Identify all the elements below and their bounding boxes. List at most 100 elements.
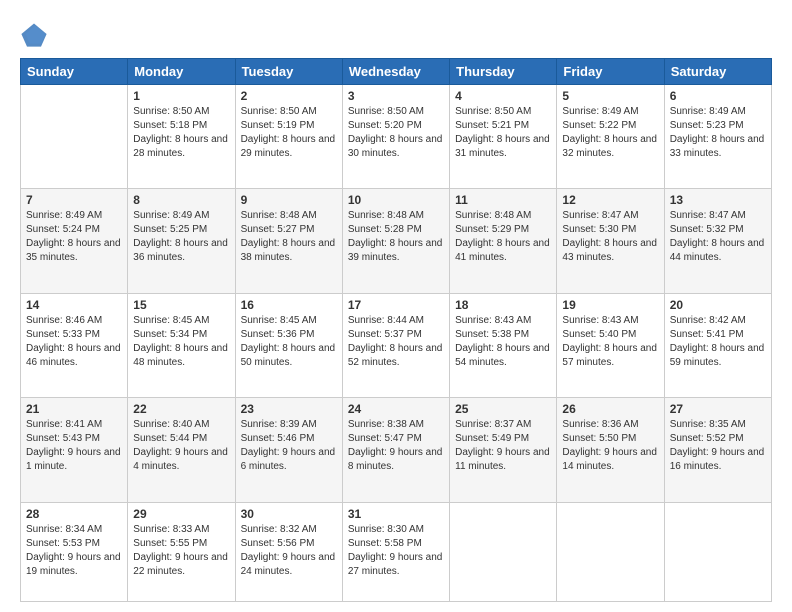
calendar-cell: 4 Sunrise: 8:50 AMSunset: 5:21 PMDaylight… [450, 85, 557, 189]
weekday-header: Monday [128, 59, 235, 85]
calendar-cell: 16Sunrise: 8:45 AMSunset: 5:36 PMDayligh… [235, 293, 342, 397]
calendar-cell: 7Sunrise: 8:49 AMSunset: 5:24 PMDaylight… [21, 189, 128, 293]
weekday-header: Sunday [21, 59, 128, 85]
day-info: Sunrise: 8:43 AMSunset: 5:40 PMDaylight:… [562, 314, 658, 370]
calendar-cell [450, 502, 557, 602]
weekday-header: Thursday [450, 59, 557, 85]
weekday-header: Friday [557, 59, 664, 85]
calendar-cell: 18Sunrise: 8:43 AMSunset: 5:38 PMDayligh… [450, 293, 557, 397]
day-info: Sunrise: 8:47 AMSunset: 5:32 PMDaylight:… [670, 209, 766, 265]
day-number: 10 [348, 193, 444, 207]
calendar-cell: 17 Sunrise: 8:44 AMSunset: 5:37 PMDayligh… [342, 293, 449, 397]
day-info: Sunrise: 8:39 AMSunset: 5:46 PMDaylight:… [241, 418, 337, 474]
calendar-week-row: 21 Sunrise: 8:41 AMSunset: 5:43 PMDayligh… [21, 398, 772, 502]
day-info: Sunrise: 8:40 AMSunset: 5:44 PMDaylight:… [133, 418, 229, 474]
calendar-cell [557, 502, 664, 602]
calendar-cell: 2 Sunrise: 8:50 AMSunset: 5:19 PMDaylight… [235, 85, 342, 189]
day-number: 15 [133, 298, 229, 312]
day-info: Sunrise: 8:48 AMSunset: 5:27 PMDaylight:… [241, 209, 337, 265]
calendar-table: SundayMondayTuesdayWednesdayThursdayFrid… [20, 58, 772, 602]
calendar-cell: 8 Sunrise: 8:49 AMSunset: 5:25 PMDaylight… [128, 189, 235, 293]
day-info: Sunrise: 8:33 AMSunset: 5:55 PMDaylight:… [133, 523, 229, 579]
calendar-cell: 31 Sunrise: 8:30 AMSunset: 5:58 PMDayligh… [342, 502, 449, 602]
calendar-cell: 11 Sunrise: 8:48 AMSunset: 5:29 PMDayligh… [450, 189, 557, 293]
logo [20, 20, 52, 48]
day-number: 20 [670, 298, 766, 312]
day-info: Sunrise: 8:50 AMSunset: 5:18 PMDaylight:… [133, 105, 229, 161]
day-info: Sunrise: 8:35 AMSunset: 5:52 PMDaylight:… [670, 418, 766, 474]
header [20, 20, 772, 48]
day-info: Sunrise: 8:49 AMSunset: 5:25 PMDaylight:… [133, 209, 229, 265]
calendar-cell: 21 Sunrise: 8:41 AMSunset: 5:43 PMDayligh… [21, 398, 128, 502]
calendar-cell: 25Sunrise: 8:37 AMSunset: 5:49 PMDayligh… [450, 398, 557, 502]
day-number: 2 [241, 89, 337, 103]
day-info: Sunrise: 8:41 AMSunset: 5:43 PMDaylight:… [26, 418, 122, 474]
day-info: Sunrise: 8:49 AMSunset: 5:22 PMDaylight:… [562, 105, 658, 161]
day-number: 31 [348, 507, 444, 521]
day-number: 8 [133, 193, 229, 207]
day-number: 11 [455, 193, 551, 207]
calendar-cell: 14Sunrise: 8:46 AMSunset: 5:33 PMDayligh… [21, 293, 128, 397]
day-info: Sunrise: 8:50 AMSunset: 5:19 PMDaylight:… [241, 105, 337, 161]
day-info: Sunrise: 8:50 AMSunset: 5:20 PMDaylight:… [348, 105, 444, 161]
calendar-cell [21, 85, 128, 189]
calendar-cell: 3 Sunrise: 8:50 AMSunset: 5:20 PMDaylight… [342, 85, 449, 189]
day-info: Sunrise: 8:45 AMSunset: 5:34 PMDaylight:… [133, 314, 229, 370]
calendar-cell: 10 Sunrise: 8:48 AMSunset: 5:28 PMDayligh… [342, 189, 449, 293]
calendar-cell: 15 Sunrise: 8:45 AMSunset: 5:34 PMDayligh… [128, 293, 235, 397]
day-info: Sunrise: 8:34 AMSunset: 5:53 PMDaylight:… [26, 523, 122, 579]
calendar-cell: 19 Sunrise: 8:43 AMSunset: 5:40 PMDayligh… [557, 293, 664, 397]
day-number: 29 [133, 507, 229, 521]
day-number: 30 [241, 507, 337, 521]
calendar-week-row: 1 Sunrise: 8:50 AMSunset: 5:18 PMDaylight… [21, 85, 772, 189]
calendar-cell: 30Sunrise: 8:32 AMSunset: 5:56 PMDayligh… [235, 502, 342, 602]
calendar-cell: 28 Sunrise: 8:34 AMSunset: 5:53 PMDayligh… [21, 502, 128, 602]
day-number: 4 [455, 89, 551, 103]
calendar-cell: 27Sunrise: 8:35 AMSunset: 5:52 PMDayligh… [664, 398, 771, 502]
calendar-week-row: 28 Sunrise: 8:34 AMSunset: 5:53 PMDayligh… [21, 502, 772, 602]
day-info: Sunrise: 8:48 AMSunset: 5:28 PMDaylight:… [348, 209, 444, 265]
weekday-header: Tuesday [235, 59, 342, 85]
calendar-cell: 13 Sunrise: 8:47 AMSunset: 5:32 PMDayligh… [664, 189, 771, 293]
day-number: 5 [562, 89, 658, 103]
calendar-cell [664, 502, 771, 602]
day-info: Sunrise: 8:44 AMSunset: 5:37 PMDaylight:… [348, 314, 444, 370]
page: SundayMondayTuesdayWednesdayThursdayFrid… [0, 0, 792, 612]
logo-icon [20, 20, 48, 48]
day-number: 13 [670, 193, 766, 207]
day-number: 17 [348, 298, 444, 312]
day-number: 22 [133, 402, 229, 416]
day-info: Sunrise: 8:43 AMSunset: 5:38 PMDaylight:… [455, 314, 551, 370]
weekday-header-row: SundayMondayTuesdayWednesdayThursdayFrid… [21, 59, 772, 85]
calendar-cell: 5 Sunrise: 8:49 AMSunset: 5:22 PMDaylight… [557, 85, 664, 189]
calendar-week-row: 14Sunrise: 8:46 AMSunset: 5:33 PMDayligh… [21, 293, 772, 397]
day-number: 21 [26, 402, 122, 416]
calendar-cell: 22 Sunrise: 8:40 AMSunset: 5:44 PMDayligh… [128, 398, 235, 502]
weekday-header: Wednesday [342, 59, 449, 85]
day-number: 9 [241, 193, 337, 207]
calendar-cell: 26 Sunrise: 8:36 AMSunset: 5:50 PMDayligh… [557, 398, 664, 502]
calendar-cell: 9 Sunrise: 8:48 AMSunset: 5:27 PMDaylight… [235, 189, 342, 293]
day-number: 7 [26, 193, 122, 207]
day-number: 1 [133, 89, 229, 103]
day-number: 3 [348, 89, 444, 103]
calendar-cell: 6Sunrise: 8:49 AMSunset: 5:23 PMDaylight… [664, 85, 771, 189]
day-number: 19 [562, 298, 658, 312]
day-number: 23 [241, 402, 337, 416]
day-info: Sunrise: 8:48 AMSunset: 5:29 PMDaylight:… [455, 209, 551, 265]
calendar-cell: 12Sunrise: 8:47 AMSunset: 5:30 PMDayligh… [557, 189, 664, 293]
calendar-cell: 29 Sunrise: 8:33 AMSunset: 5:55 PMDayligh… [128, 502, 235, 602]
weekday-header: Saturday [664, 59, 771, 85]
calendar-cell: 24Sunrise: 8:38 AMSunset: 5:47 PMDayligh… [342, 398, 449, 502]
day-info: Sunrise: 8:50 AMSunset: 5:21 PMDaylight:… [455, 105, 551, 161]
calendar-cell: 1 Sunrise: 8:50 AMSunset: 5:18 PMDaylight… [128, 85, 235, 189]
calendar-week-row: 7Sunrise: 8:49 AMSunset: 5:24 PMDaylight… [21, 189, 772, 293]
day-number: 26 [562, 402, 658, 416]
day-number: 28 [26, 507, 122, 521]
day-info: Sunrise: 8:49 AMSunset: 5:23 PMDaylight:… [670, 105, 766, 161]
day-info: Sunrise: 8:36 AMSunset: 5:50 PMDaylight:… [562, 418, 658, 474]
day-info: Sunrise: 8:42 AMSunset: 5:41 PMDaylight:… [670, 314, 766, 370]
day-info: Sunrise: 8:47 AMSunset: 5:30 PMDaylight:… [562, 209, 658, 265]
day-info: Sunrise: 8:30 AMSunset: 5:58 PMDaylight:… [348, 523, 444, 579]
day-info: Sunrise: 8:45 AMSunset: 5:36 PMDaylight:… [241, 314, 337, 370]
